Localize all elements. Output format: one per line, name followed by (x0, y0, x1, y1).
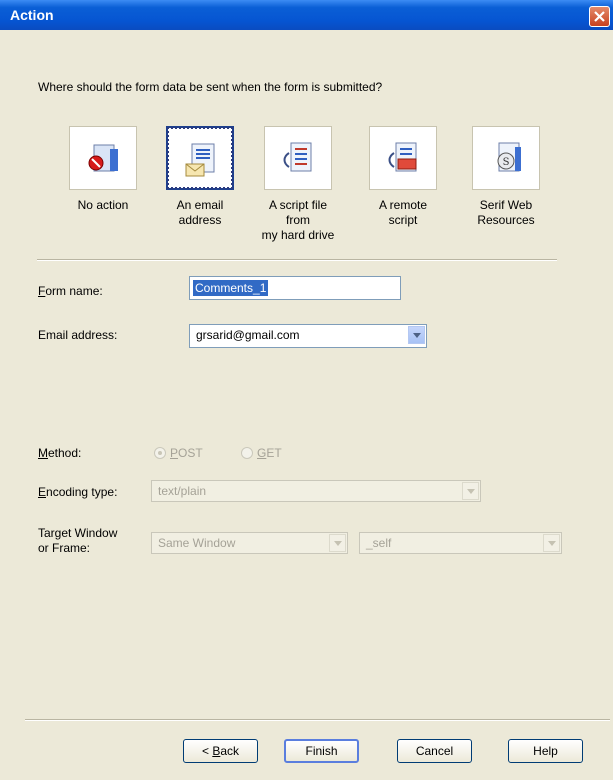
choice-label: No action (77, 198, 129, 212)
close-icon (594, 11, 605, 22)
choice-label: script (388, 213, 418, 227)
svg-text:S: S (503, 157, 510, 168)
encoding-type-label: Encoding type: (38, 485, 118, 499)
choice-tile[interactable] (69, 126, 137, 190)
method-label: Method: (38, 446, 82, 460)
finish-button[interactable]: Finish (284, 739, 359, 763)
help-button[interactable]: Help (508, 739, 583, 763)
method-post-radio[interactable]: POST (154, 446, 203, 460)
choice-no-action[interactable]: No action (63, 126, 143, 213)
target-frame-value: _self (366, 536, 392, 550)
target-window-combo[interactable]: Same Window (151, 532, 348, 554)
choice-label: A script file from (268, 198, 328, 227)
chevron-down-icon[interactable] (462, 482, 479, 500)
encoding-type-value: text/plain (158, 484, 207, 498)
close-button[interactable] (589, 6, 610, 27)
encoding-type-combo[interactable]: text/plain (151, 480, 481, 502)
back-button[interactable]: < Back (183, 739, 258, 763)
target-frame-combo[interactable]: _self (359, 532, 562, 554)
window-title: Action (10, 7, 54, 23)
choice-label: A remote (378, 198, 428, 212)
form-name-input[interactable]: Comments_1 (189, 276, 401, 300)
email-address-value: grsarid@gmail.com (196, 328, 300, 342)
email-address-label: Email address: (38, 328, 118, 342)
choice-email-address[interactable]: An email address (160, 126, 240, 228)
email-address-combo[interactable]: grsarid@gmail.com (189, 324, 427, 348)
choice-tile[interactable] (166, 126, 234, 190)
choice-script-file[interactable]: A script file from my hard drive (258, 126, 338, 243)
choice-label: An email (176, 198, 224, 212)
radio-icon (241, 447, 253, 459)
radio-selected-icon (154, 447, 166, 459)
choice-tile[interactable] (264, 126, 332, 190)
no-action-icon (88, 144, 118, 172)
choice-label: address (178, 213, 222, 227)
choice-label: my hard drive (261, 228, 335, 242)
method-get-radio[interactable]: GET (241, 446, 282, 460)
chevron-down-icon[interactable] (543, 534, 560, 552)
serif-web-resources-icon: S (497, 142, 521, 172)
cancel-button[interactable]: Cancel (397, 739, 472, 763)
choice-serif-web-resources[interactable]: S Serif Web Resources (466, 126, 546, 228)
divider (37, 259, 557, 261)
title-bar[interactable]: Action (0, 0, 613, 30)
question-text: Where should the form data be sent when … (38, 80, 383, 94)
target-window-label: Target Window or Frame: (38, 526, 118, 555)
target-window-value: Same Window (158, 536, 236, 550)
choice-remote-script[interactable]: A remote script (363, 126, 443, 228)
choice-tile[interactable]: S (472, 126, 540, 190)
chevron-down-icon[interactable] (329, 534, 346, 552)
choice-label: Resources (477, 213, 535, 227)
email-document-icon (185, 143, 215, 177)
choice-tile[interactable] (369, 126, 437, 190)
chevron-down-icon[interactable] (408, 326, 425, 344)
divider (25, 719, 610, 721)
choice-label: Serif Web (479, 198, 533, 212)
script-file-icon (283, 142, 312, 172)
form-name-label: Form name: (38, 284, 103, 298)
form-name-value: Comments_1 (193, 280, 269, 296)
remote-script-icon (388, 142, 417, 172)
